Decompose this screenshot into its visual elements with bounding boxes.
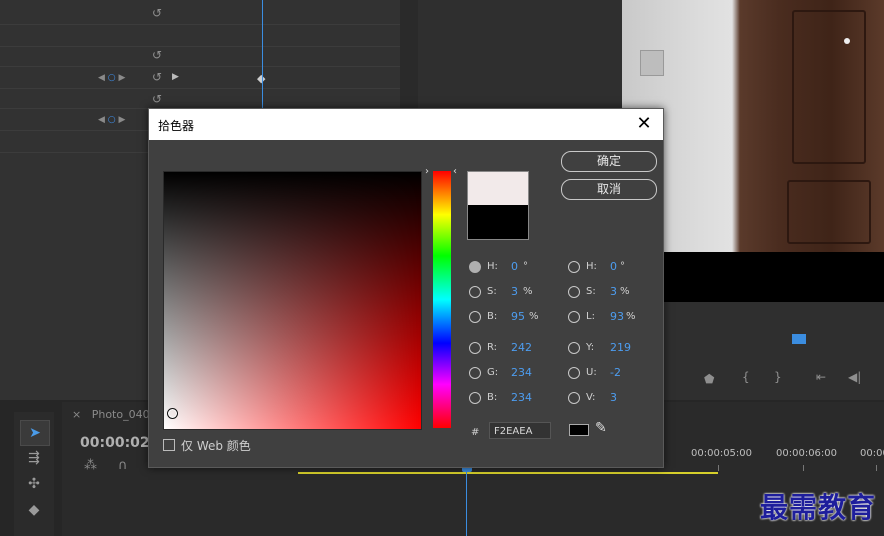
hsb-b-value[interactable]: 95 <box>511 310 525 323</box>
checkbox-box[interactable] <box>163 439 175 451</box>
hsl-h-value[interactable]: 0 <box>610 260 617 273</box>
row-divider <box>0 46 400 47</box>
track-select-tool-icon[interactable]: ⇶ <box>20 446 48 470</box>
row-divider <box>0 88 400 89</box>
watermark-text: 最需教育 <box>760 491 877 524</box>
dialog-titlebar[interactable]: 拾色器 ✕ <box>149 109 663 140</box>
hsl-l-radio[interactable] <box>568 311 580 323</box>
go-to-in-icon[interactable]: ⇤ <box>816 370 826 384</box>
ruler-tick <box>876 465 877 471</box>
timeline-playhead-line <box>466 472 467 536</box>
rgb-b-value[interactable]: 234 <box>511 391 532 404</box>
hex-input[interactable]: F2EAEA <box>489 422 551 439</box>
row-divider <box>0 66 400 67</box>
yuv-v-value[interactable]: 3 <box>610 391 617 404</box>
reset-icon[interactable]: ↺ <box>150 6 164 20</box>
step-back-icon[interactable]: ◀| <box>848 370 861 384</box>
ruler-label: 00:00 <box>860 448 884 459</box>
ripple-edit-tool-icon[interactable]: ✣ <box>20 472 48 496</box>
rgb-r-field[interactable]: R: 242 <box>469 341 559 357</box>
hsb-h-field[interactable]: H: 0 ° <box>469 260 559 276</box>
reset-icon[interactable]: ↺ <box>150 92 164 106</box>
door-panel-detail <box>792 10 866 164</box>
ruler-tick <box>718 465 719 471</box>
color-picker-dialog: 拾色器 ✕ › ‹ 确定 取消 H: 0 ° S: 3 % B: 95 % R:… <box>148 108 664 468</box>
yuv-y-field[interactable]: Y: 219 <box>568 341 658 357</box>
ok-button[interactable]: 确定 <box>561 151 657 172</box>
mark-out-icon[interactable]: } <box>774 370 782 384</box>
marker-icon[interactable]: ⬟ <box>704 372 714 386</box>
rgb-b-field[interactable]: B: 234 <box>469 391 559 407</box>
rgb-r-value[interactable]: 242 <box>511 341 532 354</box>
yuv-u-value[interactable]: -2 <box>610 366 621 379</box>
hex-hash-label: # <box>471 427 480 438</box>
rgb-g-value[interactable]: 234 <box>511 366 532 379</box>
hsb-h-radio[interactable] <box>469 261 481 273</box>
original-color-swatch[interactable] <box>467 205 529 240</box>
ruler-label: 00:00:05:00 <box>691 448 753 459</box>
door-panel-detail <box>787 180 871 244</box>
keyframe-navigator[interactable]: ◀ ○ ▶ <box>98 114 125 126</box>
color-preview-chip <box>569 424 589 436</box>
hue-slider-left-arrow-icon[interactable]: › <box>425 166 429 177</box>
playhead-line <box>262 0 263 110</box>
razor-tool-icon[interactable]: ◆ <box>20 498 48 522</box>
wall-switch <box>640 50 664 76</box>
tools-panel: ➤ ⇶ ✣ ◆ <box>14 412 54 536</box>
rgb-b-radio[interactable] <box>469 392 481 404</box>
selection-tool-icon[interactable]: ➤ <box>20 420 50 446</box>
eyedropper-icon[interactable]: ✎ <box>595 420 607 436</box>
color-cursor[interactable] <box>167 408 178 419</box>
hue-slider[interactable] <box>433 171 451 428</box>
linked-selection-icon[interactable]: ∩ <box>118 458 128 473</box>
yuv-v-field[interactable]: V: 3 <box>568 391 658 407</box>
yuv-v-radio[interactable] <box>568 392 580 404</box>
yuv-y-radio[interactable] <box>568 342 580 354</box>
row-divider <box>0 24 400 25</box>
hsl-l-field[interactable]: L: 93 % <box>568 310 658 326</box>
hsb-s-value[interactable]: 3 <box>511 285 518 298</box>
hsb-b-radio[interactable] <box>469 311 481 323</box>
mark-in-icon[interactable]: { <box>742 370 750 384</box>
yuv-u-radio[interactable] <box>568 367 580 379</box>
timeline-timecode[interactable]: 00:00:02: <box>80 435 155 451</box>
hsl-l-value[interactable]: 93 <box>610 310 624 323</box>
hsb-b-field[interactable]: B: 95 % <box>469 310 559 326</box>
work-area-bar[interactable] <box>298 472 718 474</box>
rgb-g-field[interactable]: G: 234 <box>469 366 559 382</box>
dialog-title: 拾色器 <box>158 119 195 133</box>
reset-icon[interactable]: ↺ <box>150 70 164 84</box>
hsb-s-radio[interactable] <box>469 286 481 298</box>
hsl-s-radio[interactable] <box>568 286 580 298</box>
yuv-y-value[interactable]: 219 <box>610 341 631 354</box>
close-icon[interactable]: ✕ <box>633 113 655 135</box>
hue-slider-right-arrow-icon[interactable]: ‹ <box>453 166 457 177</box>
hsb-h-value[interactable]: 0 <box>511 260 518 273</box>
web-colors-only-label: 仅 Web 颜色 <box>181 439 251 453</box>
reset-icon[interactable]: ↺ <box>150 48 164 62</box>
ruler-label: 00:00:06:00 <box>776 448 838 459</box>
rgb-g-radio[interactable] <box>469 367 481 379</box>
hsb-s-field[interactable]: S: 3 % <box>469 285 559 301</box>
hsl-h-field[interactable]: H: 0 ° <box>568 260 658 276</box>
hsl-h-radio[interactable] <box>568 261 580 273</box>
rgb-r-radio[interactable] <box>469 342 481 354</box>
new-color-swatch <box>467 171 529 206</box>
hsl-s-field[interactable]: S: 3 % <box>568 285 658 301</box>
cancel-button[interactable]: 取消 <box>561 179 657 200</box>
hsl-s-value[interactable]: 3 <box>610 285 617 298</box>
snap-icon[interactable]: ⁂ <box>84 458 97 473</box>
sequence-tab[interactable]: × Photo_0407 <box>72 408 157 421</box>
saturation-brightness-field[interactable] <box>163 171 422 430</box>
keyframe-arrow-icon: ▶ <box>172 72 179 82</box>
yuv-u-field[interactable]: U: -2 <box>568 366 658 382</box>
keyframe-navigator[interactable]: ◀ ○ ▶ <box>98 72 125 84</box>
door-knob <box>844 38 850 44</box>
monitor-playhead-icon[interactable] <box>792 334 806 344</box>
ruler-tick <box>803 465 804 471</box>
